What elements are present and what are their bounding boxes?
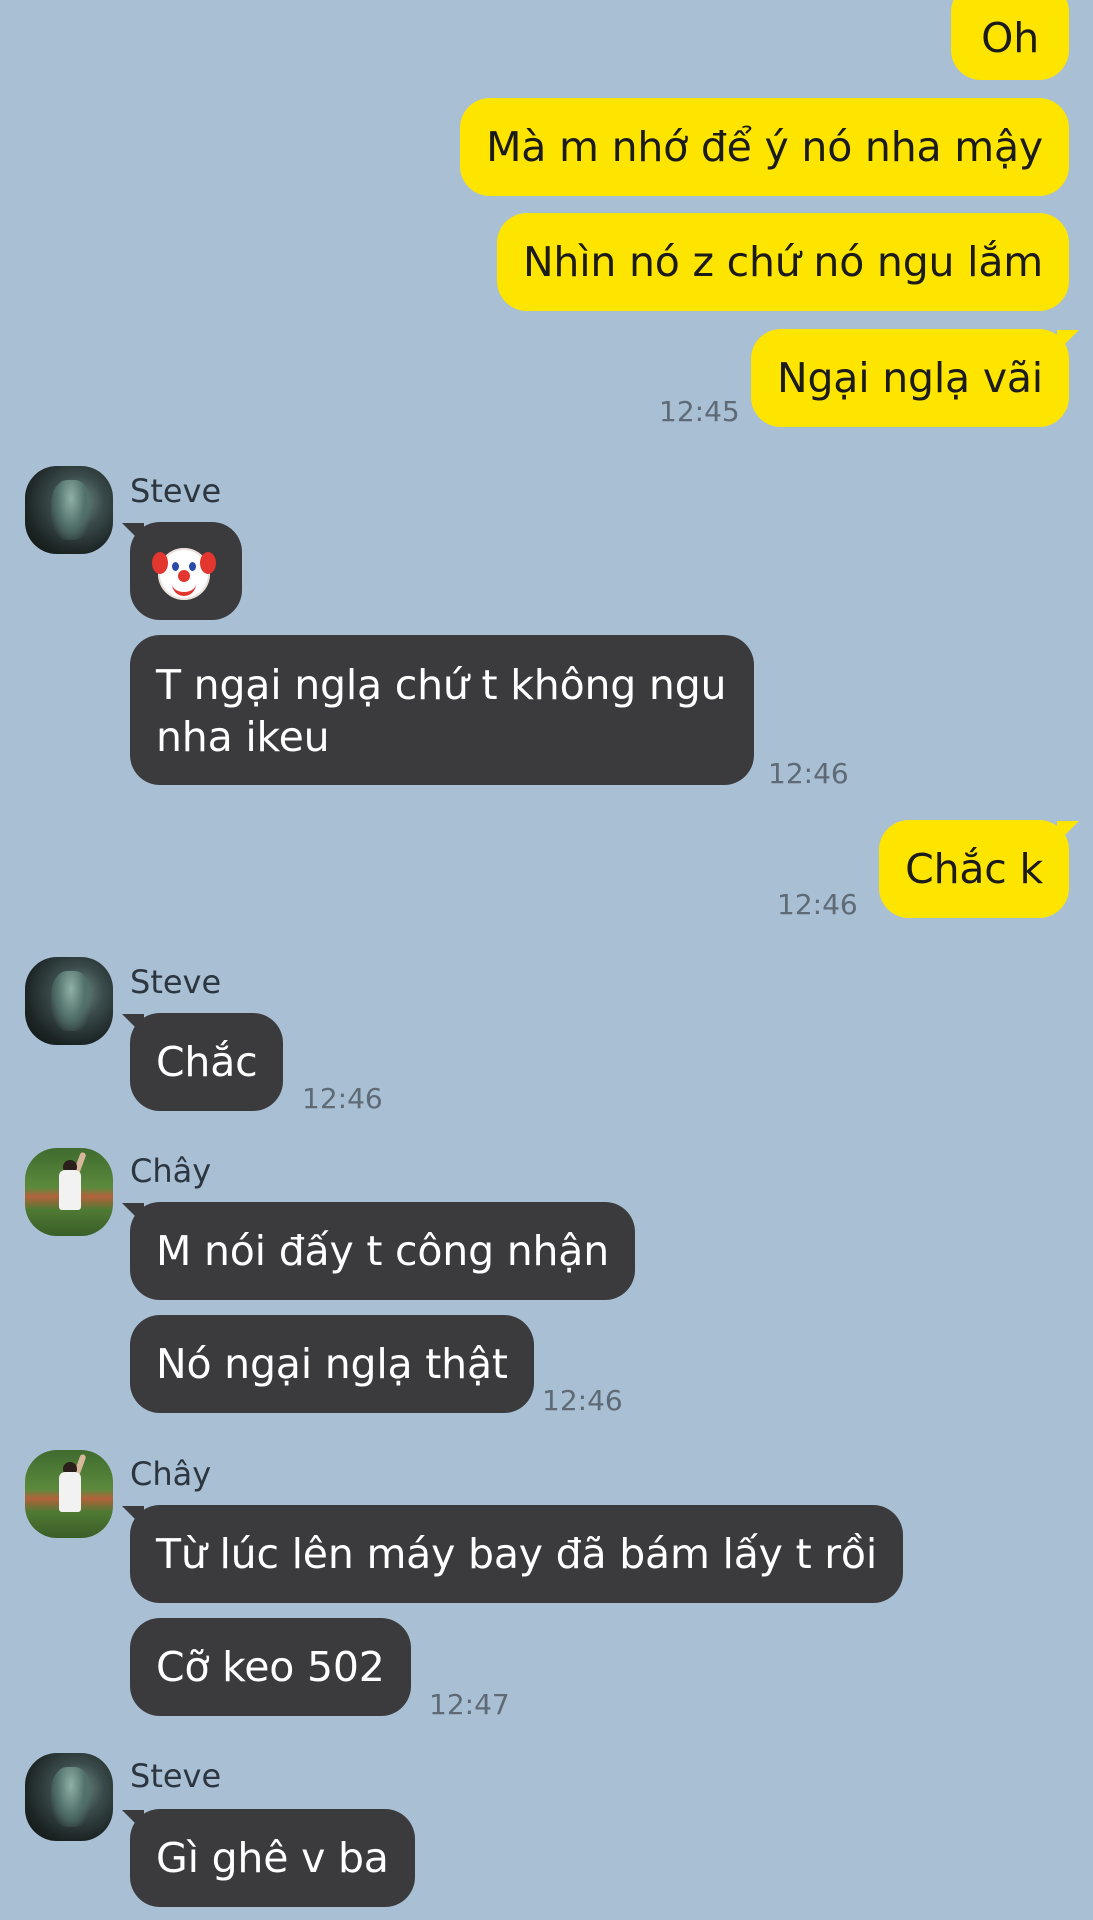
message-text: Mà m nhớ để ý nó nha mậy — [486, 123, 1043, 171]
outgoing-message[interactable]: Ngại nglạ vãi — [751, 329, 1069, 427]
avatar-photo — [59, 1170, 81, 1210]
incoming-message[interactable]: Nó ngại nglạ thật — [130, 1315, 534, 1413]
avatar-photo — [51, 971, 91, 1031]
incoming-message[interactable] — [130, 522, 242, 620]
outgoing-message[interactable]: Mà m nhớ để ý nó nha mậy — [460, 98, 1069, 196]
message-text: Chắc k — [905, 845, 1043, 893]
sender-name: Steve — [130, 472, 222, 510]
avatar-photo — [51, 1767, 91, 1827]
sender-name: Steve — [130, 963, 222, 1001]
outgoing-message[interactable]: Oh — [951, 0, 1069, 80]
clown-face-icon — [152, 548, 216, 600]
message-text: Cỡ keo 502 — [156, 1643, 385, 1691]
message-text: M nói đấy t công nhận — [156, 1227, 610, 1275]
message-text: Chắc — [156, 1038, 258, 1086]
message-text: Nhìn nó z chứ nó ngu lắm — [522, 238, 1043, 286]
timestamp: 12:46 — [777, 888, 858, 921]
avatar-chay[interactable] — [25, 1148, 113, 1236]
message-text: T ngại nglạ chứ t không ngu nha ikeu — [156, 661, 727, 761]
message-text: Ngại nglạ vãi — [777, 354, 1043, 402]
message-text: Gì ghê v ba — [156, 1834, 389, 1882]
avatar-steve[interactable] — [25, 466, 113, 554]
outgoing-message[interactable]: Chắc k — [879, 820, 1069, 918]
timestamp: 12:45 — [659, 395, 740, 428]
incoming-message[interactable]: T ngại nglạ chứ t không ngu nha ikeu — [130, 635, 754, 785]
avatar-photo — [59, 1472, 81, 1512]
avatar-steve[interactable] — [25, 1753, 113, 1841]
message-text: Oh — [981, 14, 1039, 62]
timestamp: 12:46 — [302, 1082, 383, 1115]
timestamp: 12:47 — [429, 1688, 510, 1721]
incoming-message[interactable]: Từ lúc lên máy bay đã bám lấy t rồi — [130, 1505, 904, 1603]
sender-name: Chây — [130, 1455, 212, 1493]
avatar-photo — [51, 480, 91, 540]
sender-name: Chây — [130, 1152, 212, 1190]
message-text: Từ lúc lên máy bay đã bám lấy t rồi — [156, 1530, 878, 1578]
timestamp: 12:46 — [542, 1384, 623, 1417]
incoming-message[interactable]: Gì ghê v ba — [130, 1809, 415, 1907]
timestamp: 12:46 — [768, 757, 849, 790]
incoming-message[interactable]: M nói đấy t công nhận — [130, 1202, 636, 1300]
incoming-message[interactable]: Chắc — [130, 1013, 284, 1111]
message-text: Nó ngại nglạ thật — [156, 1340, 508, 1388]
outgoing-message[interactable]: Nhìn nó z chứ nó ngu lắm — [496, 213, 1069, 311]
avatar-steve[interactable] — [25, 957, 113, 1045]
sender-name: Steve — [130, 1757, 222, 1795]
chat-view: Oh Mà m nhớ để ý nó nha mậy Nhìn nó z ch… — [0, 0, 1093, 1920]
incoming-message[interactable]: Cỡ keo 502 — [130, 1618, 411, 1716]
avatar-chay[interactable] — [25, 1450, 113, 1538]
